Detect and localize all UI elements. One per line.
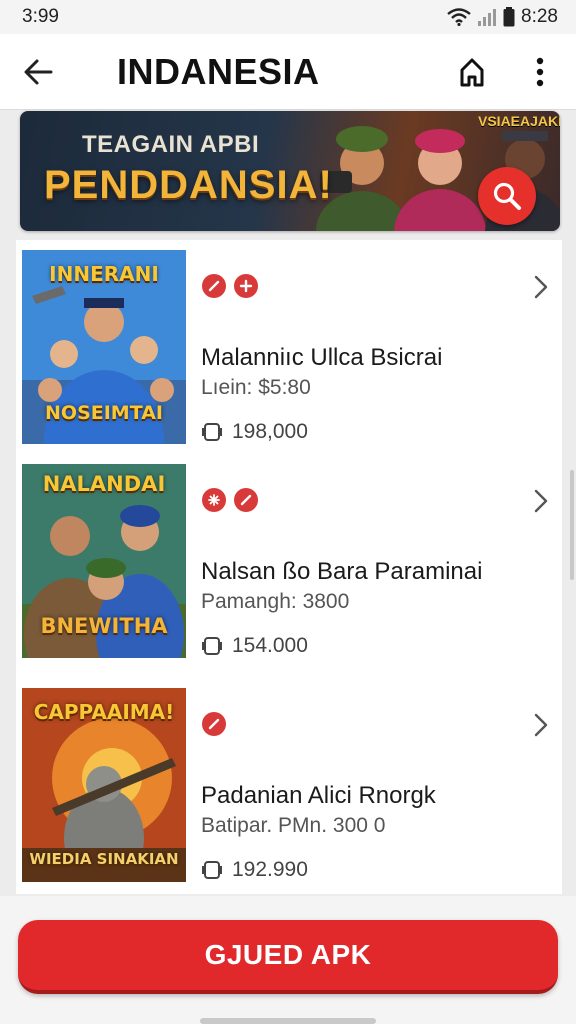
download-count-value: 154.000 [232, 634, 308, 657]
list-item[interactable]: NALANDAI BNEWITHA Nalsan ßo Bara Paramin… [16, 454, 562, 666]
edit-badge-icon [202, 712, 226, 736]
chevron-right-icon[interactable] [526, 710, 556, 740]
banner-title: PENDDANSIA! [44, 163, 333, 207]
share-icon [460, 58, 484, 87]
download-count: 198,000 [202, 420, 308, 444]
cover-title: NALANDAI [42, 472, 166, 496]
list-item[interactable]: CAPPAAIMA! WIEDIA SINAKIAN Padanian Alic… [16, 678, 562, 890]
badge-row [202, 488, 258, 512]
banner-heading: TEAGAIN APBI [82, 131, 260, 158]
app-cover-image: CAPPAAIMA! WIEDIA SINAKIAN [22, 688, 186, 882]
scrollbar[interactable] [570, 470, 574, 580]
status-clock: 8:28 [521, 6, 558, 27]
promo-banner[interactable]: TEAGAIN APBI PENDDANSIA! VSIAEAJAKI [20, 111, 560, 231]
download-icon [202, 637, 222, 655]
home-indicator[interactable] [200, 1018, 376, 1024]
badge-row [202, 274, 258, 298]
more-vert-icon [536, 57, 544, 87]
search-button[interactable] [478, 167, 536, 225]
app-price: Pamangh: 3800 [201, 590, 350, 613]
status-time: 3:99 [22, 6, 59, 27]
download-icon [202, 861, 222, 879]
cover-subtitle: BNEWITHA [40, 614, 168, 638]
chevron-right-icon[interactable] [526, 272, 556, 302]
app-cover-image: INNERANI NOSEIMTAI [22, 250, 186, 444]
download-icon [202, 423, 222, 441]
download-count-value: 192.990 [232, 858, 308, 881]
page-title: INDANESIA [117, 51, 320, 92]
cover-title: CAPPAAIMA! [33, 700, 175, 724]
app-price: Batipar. PMn. 300 0 [201, 814, 386, 837]
edit-badge-icon [202, 274, 226, 298]
status-icons: 8:28 [447, 6, 558, 28]
search-icon [493, 182, 521, 210]
app-bar: INDANESIA [0, 34, 576, 110]
status-bar: 3:99 8:28 [0, 0, 576, 34]
cover-subtitle: NOSEIMTAI [45, 402, 163, 424]
app-name: Nalsan ßo Bara Paraminai [201, 558, 483, 585]
app-cover-image: NALANDAI BNEWITHA [22, 464, 186, 658]
download-count-value: 198,000 [232, 420, 308, 443]
list-item[interactable]: INNERANI NOSEIMTAI Malanniıc Ullca Bsicr… [16, 240, 562, 452]
download-count: 192.990 [202, 858, 308, 882]
app-price: Lıein: $5:80 [201, 376, 311, 399]
download-count: 154.000 [202, 634, 308, 658]
app-name: Padanian Alici Rnorgk [201, 782, 436, 809]
app-name: Malanniıc Ullca Bsicrai [201, 344, 443, 371]
back-arrow-icon [24, 59, 53, 85]
edit-badge-icon [234, 488, 258, 512]
banner-corner-tag: VSIAEAJAKI [478, 113, 560, 129]
battery-icon [503, 7, 515, 27]
more-options-button[interactable] [520, 52, 560, 92]
plus-badge-icon [234, 274, 258, 298]
download-apk-button[interactable]: GJUED APK [18, 920, 558, 994]
share-button[interactable] [452, 52, 492, 92]
app-list: INNERANI NOSEIMTAI Malanniıc Ullca Bsicr… [16, 240, 562, 894]
back-button[interactable] [18, 52, 58, 92]
cover-subtitle: WIEDIA SINAKIAN [29, 850, 179, 868]
wifi-icon [447, 8, 471, 26]
badge-row [202, 712, 226, 736]
signal-icon [478, 9, 497, 26]
star-badge-icon [202, 488, 226, 512]
chevron-right-icon[interactable] [526, 486, 556, 516]
cover-title: INNERANI [49, 262, 159, 286]
